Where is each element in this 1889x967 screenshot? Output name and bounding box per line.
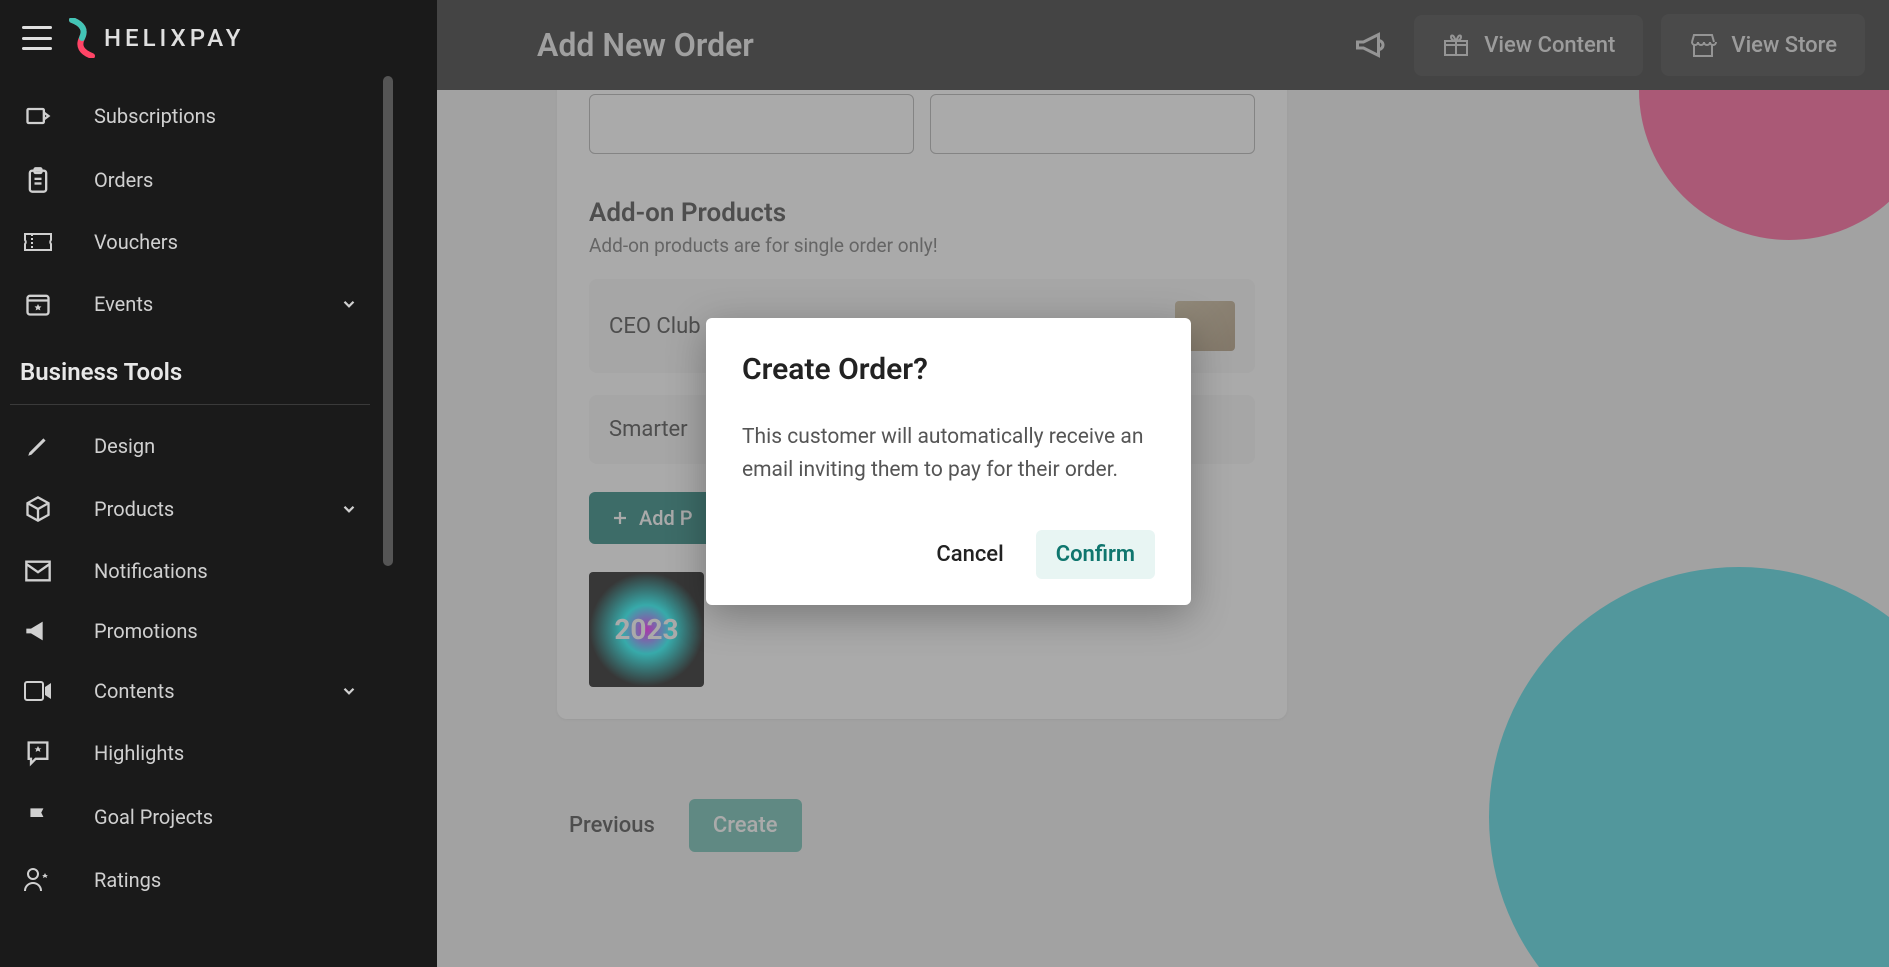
sidebar-item-label: Notifications	[94, 559, 208, 583]
sidebar-item-label: Ratings	[94, 868, 161, 892]
sidebar-item-promotions[interactable]: Promotions	[0, 601, 380, 661]
megaphone-small-icon	[22, 619, 54, 643]
sidebar-scroll: Subscriptions Orders	[0, 76, 437, 967]
sidebar-header: HELIXPAY	[0, 0, 437, 76]
modal-confirm-button[interactable]: Confirm	[1036, 530, 1155, 579]
menu-icon[interactable]	[22, 26, 52, 50]
sidebar-item-label: Promotions	[94, 619, 198, 643]
video-icon	[22, 680, 54, 702]
pencil-icon	[22, 433, 54, 459]
sidebar-divider	[10, 404, 370, 405]
sidebar-item-design[interactable]: Design	[0, 415, 380, 477]
sidebar: HELIXPAY Subscriptions	[0, 0, 437, 967]
sidebar-item-label: Goal Projects	[94, 805, 213, 829]
sidebar-item-label: Contents	[94, 679, 175, 703]
sidebar-item-goal-projects[interactable]: Goal Projects	[0, 785, 380, 849]
sidebar-item-vouchers[interactable]: Vouchers	[0, 212, 380, 272]
sidebar-item-highlights[interactable]: Highlights	[0, 721, 380, 785]
ticket-icon	[22, 230, 54, 254]
calendar-star-icon	[22, 290, 54, 318]
subscriptions-icon	[22, 102, 54, 130]
chevron-down-icon	[340, 500, 358, 518]
chevron-down-icon	[340, 682, 358, 700]
sidebar-item-label: Orders	[94, 168, 153, 192]
sidebar-item-events[interactable]: Events	[0, 272, 380, 336]
sidebar-item-label: Vouchers	[94, 230, 178, 254]
create-order-modal: Create Order? This customer will automat…	[706, 318, 1191, 605]
sidebar-section-header: Business Tools	[0, 336, 380, 396]
sidebar-item-subscriptions[interactable]: Subscriptions	[0, 84, 380, 148]
sidebar-scrollbar[interactable]	[383, 76, 393, 967]
sidebar-item-label: Highlights	[94, 741, 184, 765]
star-chat-icon	[22, 739, 54, 767]
sidebar-item-label: Products	[94, 497, 174, 521]
modal-actions: Cancel Confirm	[742, 530, 1155, 579]
user-star-icon	[22, 867, 54, 893]
sidebar-item-label: Subscriptions	[94, 104, 216, 128]
brand-logo-mark	[68, 18, 96, 58]
chevron-down-icon	[340, 295, 358, 313]
sidebar-item-products[interactable]: Products	[0, 477, 380, 541]
sidebar-item-ratings[interactable]: Ratings	[0, 849, 380, 911]
mail-icon	[22, 559, 54, 583]
sidebar-item-label: Events	[94, 292, 153, 316]
brand-logo[interactable]: HELIXPAY	[68, 18, 244, 58]
sidebar-item-orders[interactable]: Orders	[0, 148, 380, 212]
sidebar-item-contents[interactable]: Contents	[0, 661, 380, 721]
brand-name: HELIXPAY	[104, 24, 244, 52]
clipboard-icon	[22, 166, 54, 194]
sidebar-item-notifications[interactable]: Notifications	[0, 541, 380, 601]
cube-icon	[22, 495, 54, 523]
sidebar-item-label: Design	[94, 434, 155, 458]
sidebar-scrollbar-thumb[interactable]	[383, 76, 393, 566]
modal-body: This customer will automatically receive…	[742, 421, 1155, 486]
modal-title: Create Order?	[742, 352, 1155, 387]
flag-icon	[22, 803, 54, 831]
modal-cancel-button[interactable]: Cancel	[922, 530, 1017, 579]
